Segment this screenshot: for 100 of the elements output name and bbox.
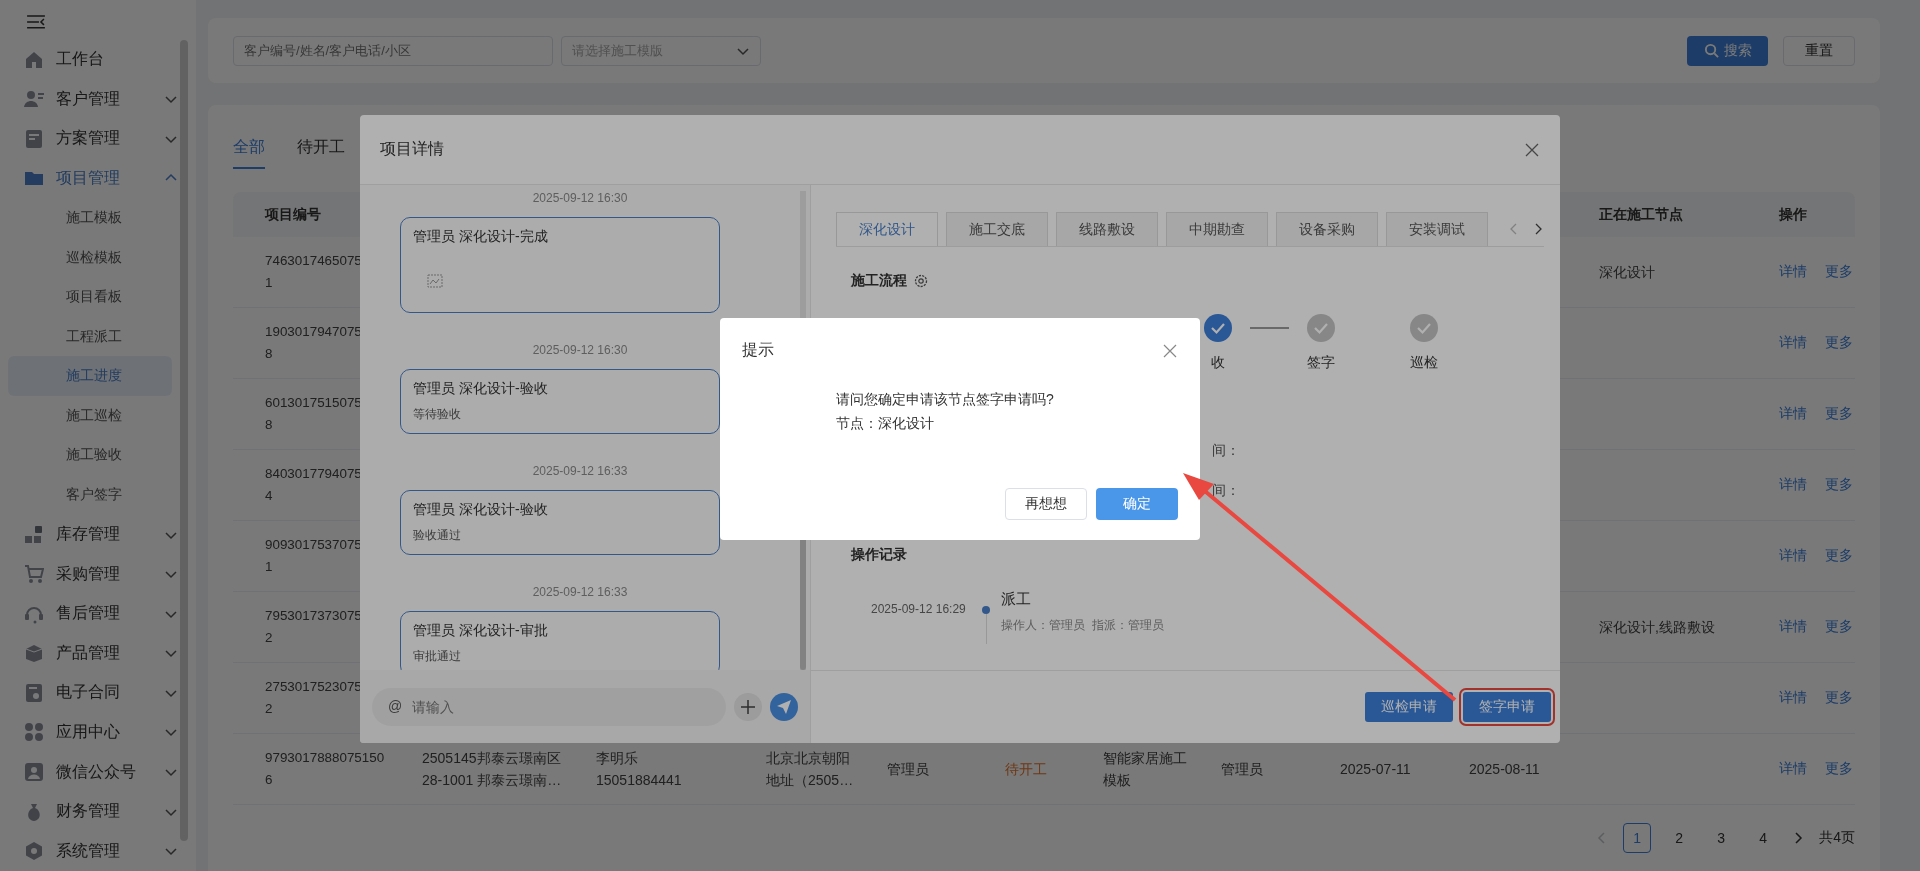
section-title: 施工流程 [851,272,907,290]
action-link[interactable]: 详情 [1779,618,1807,636]
hexagon-icon [24,841,44,862]
sidebar-item[interactable]: 应用中心 [0,712,180,753]
reset-button[interactable]: 重置 [1783,35,1855,66]
action-link[interactable]: 更多 [1825,547,1853,565]
message-title: 管理员 深化设计-完成 [413,228,549,246]
menu-icon[interactable] [26,14,46,30]
action-link[interactable]: 更多 [1825,689,1853,707]
action-link[interactable]: 详情 [1779,689,1807,707]
action-link[interactable]: 详情 [1779,547,1807,565]
sidebar-item[interactable]: 微信公众号 [0,752,180,792]
sidebar-subitem[interactable]: 施工模板 [8,198,172,238]
action-link[interactable]: 详情 [1779,405,1807,423]
page-total: 共4页 [1819,829,1855,847]
box-icon [24,643,44,664]
search-button[interactable]: 搜索 [1687,35,1768,66]
paper-plane-icon [776,698,792,715]
sidebar-item[interactable]: 采购管理 [0,554,180,594]
action-link[interactable]: 更多 [1825,405,1853,423]
sidebar-item[interactable]: 库存管理 [0,514,180,555]
stage-tab[interactable]: 施工交底 [946,212,1048,246]
field-label: 间： [1212,442,1241,460]
sidebar-item[interactable]: 产品管理 [0,633,180,674]
table-cell-text: 北京北京朝阳 地址（2505… [766,749,854,790]
table-cell-text: 管理员 [1221,760,1263,779]
action-link[interactable]: 详情 [1779,476,1807,494]
message-title: 管理员 深化设计-验收 [413,380,549,398]
add-button[interactable] [734,692,762,721]
search-icon [1703,43,1719,58]
broken-image-icon [427,274,443,288]
action-link[interactable]: 更多 [1825,263,1853,281]
confirm-button[interactable]: 确定 [1096,488,1178,520]
sidebar-item[interactable]: 工作台 [0,39,180,80]
search-field[interactable]: 客户编号/姓名/客户电话/小区 [233,35,553,66]
stage-tab[interactable]: 安装调试 [1386,212,1488,246]
status-text: 待开工 [1005,760,1047,779]
apply-button[interactable]: 巡检申请 [1365,692,1453,722]
message-time: 2025-09-12 16:33 [532,464,628,478]
table-cell-text: 1903017947075 8 [265,323,362,363]
stage-tab[interactable]: 设备采购 [1276,212,1378,246]
sidebar-subitem[interactable]: 项目看板 [8,277,172,317]
table-cell-text: 7953017373075 2 [265,607,362,647]
column-header: 操作 [1779,205,1807,224]
table-cell-text: 2753017523075 2 [265,678,362,718]
stage-tab[interactable]: 线路敷设 [1056,212,1158,246]
table-cell-text: 深化设计,线路敷设 [1599,618,1715,637]
action-link[interactable]: 详情 [1779,334,1807,352]
message-text: 等待验收 [413,406,462,423]
page-button[interactable]: 2 [1665,823,1694,853]
sidebar-subitem[interactable]: 施工验收 [8,435,172,476]
sidebar-item[interactable]: 系统管理 [0,831,180,871]
stage-tab[interactable]: 中期勘查 [1166,212,1268,246]
home-icon [24,49,44,70]
record-detail: 操作人：管理员 指派：管理员 [1001,617,1164,634]
settings-icon[interactable] [913,273,929,289]
sidebar-subitem[interactable]: 工程派工 [8,316,172,357]
action-link[interactable]: 更多 [1825,760,1853,778]
message-text: 验收通过 [413,527,462,544]
stage-tab[interactable]: 深化设计 [836,212,938,246]
column-header: 项目编号 [265,205,321,224]
sidebar-subitem[interactable]: 客户签字 [8,475,172,515]
step-connector [1250,327,1289,329]
sidebar-subitem[interactable]: 施工巡检 [8,396,172,436]
page-button[interactable]: 1 [1623,823,1652,853]
cancel-button[interactable]: 再想想 [1005,488,1087,520]
at-sign: @ [388,697,403,714]
page-button[interactable]: 4 [1749,823,1778,853]
sidebar-item[interactable]: 方案管理 [0,119,180,159]
send-button[interactable] [770,692,798,721]
close-icon[interactable] [1162,342,1178,359]
table-cell-text: 李明乐 15051884441 [596,749,682,790]
sidebar-subitem[interactable]: 施工进度 [8,356,172,397]
dialog-title: 提示 [742,340,774,360]
sidebar-item[interactable]: 客户管理 [0,79,180,119]
sidebar-item[interactable]: 电子合同 [0,673,180,713]
action-link[interactable]: 更多 [1825,618,1853,636]
sidebar-item[interactable]: 项目管理 [0,158,180,199]
dialog-message: 请问您确定申请该节点签字申请吗? [836,391,1055,409]
step-label: 签字 [1307,354,1335,372]
status-tab[interactable]: 全部 [233,127,265,169]
table-cell-text: 2505145邦泰云璟南区 28-1001 邦泰云璟南… [422,749,562,790]
action-link[interactable]: 详情 [1779,263,1807,281]
contract-icon [24,682,44,703]
plus-icon [740,698,756,715]
message-time: 2025-09-12 16:30 [532,191,628,205]
action-link[interactable]: 详情 [1779,760,1807,778]
message-time: 2025-09-12 16:33 [532,585,628,599]
sidebar-item[interactable]: 财务管理 [0,791,180,832]
action-link[interactable]: 更多 [1825,334,1853,352]
page-button[interactable]: 3 [1707,823,1736,853]
table-cell-text: 9093017537075 1 [265,536,362,576]
status-tab[interactable]: 待开工 [297,127,345,169]
sidebar-subitem[interactable]: 巡检模板 [8,237,172,278]
table-cell-text: 管理员 [887,760,929,779]
table-cell-text: 2025-07-11 [1340,760,1411,779]
apps-icon [24,722,44,743]
close-icon[interactable] [1524,141,1540,158]
action-link[interactable]: 更多 [1825,476,1853,494]
sidebar-item[interactable]: 售后管理 [0,593,180,634]
